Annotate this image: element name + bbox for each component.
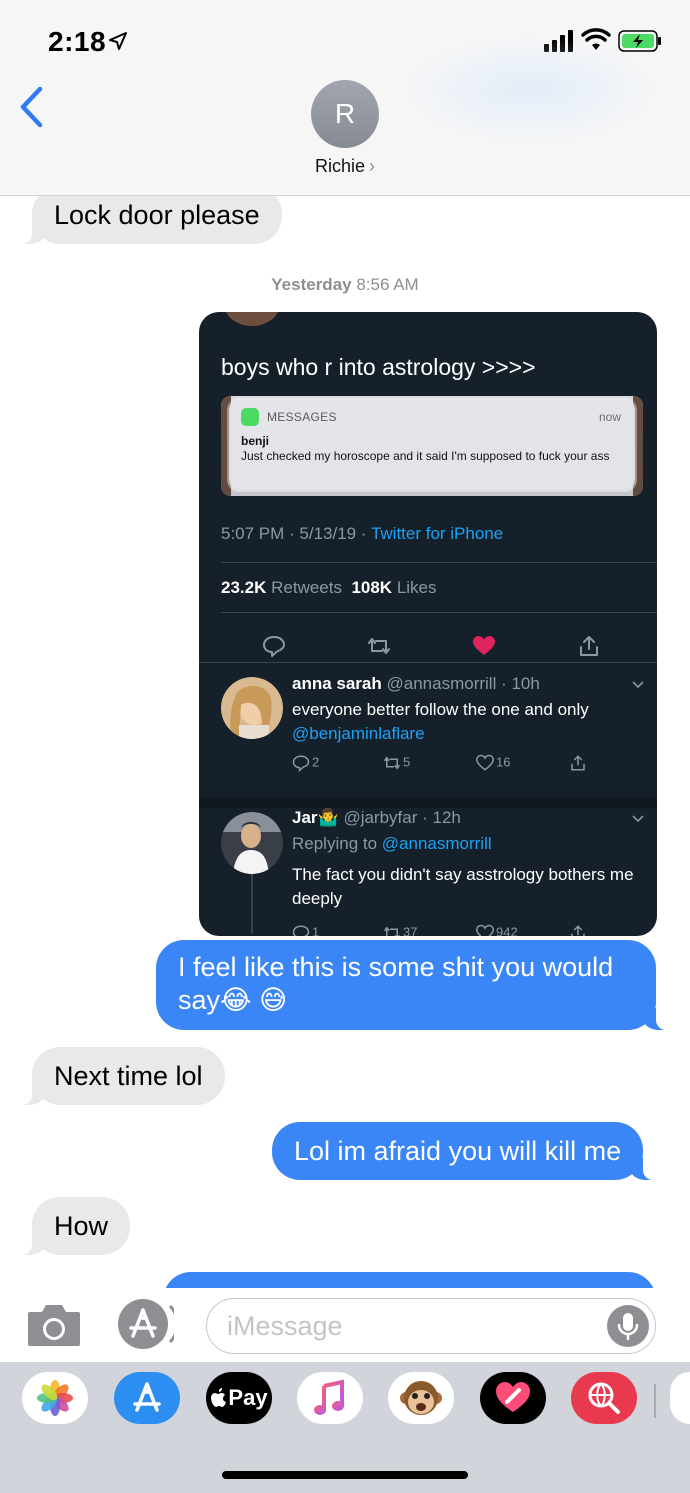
app-drawer: Pay <box>0 1362 690 1493</box>
divider <box>221 562 657 563</box>
imessage-field-container <box>206 1298 656 1354</box>
notification-sender: benji <box>241 434 270 448</box>
animoji-monkey-icon[interactable] <box>388 1372 454 1424</box>
retweet-count: 37 <box>383 924 417 936</box>
message-sent[interactable]: Lol im afraid you will kill me <box>272 1122 658 1180</box>
contact-avatar[interactable]: R <box>311 80 379 148</box>
message-text: Next time lol <box>54 1061 203 1091</box>
reply-author: Jar🤷‍♂️ @jarbyfar · 12h <box>292 808 461 828</box>
microphone-icon <box>617 1313 639 1341</box>
reply-handle: @jarbyfar · 12h <box>343 808 461 827</box>
message-timestamp: Yesterday 8:56 AM <box>0 275 690 295</box>
divider <box>199 662 657 663</box>
message-text: I feel like this is some shit you would … <box>178 952 614 1015</box>
contact-name-button[interactable]: Richie › <box>0 156 690 177</box>
tweet-text: boys who r into astrology >>>> <box>221 354 536 380</box>
chevron-down-icon <box>632 815 644 823</box>
tweet-stats: 23.2K Retweets 108K Likes <box>221 578 437 598</box>
retweet-count: 5 <box>383 754 410 772</box>
reply-name: Jar🤷‍♂️ <box>292 808 339 827</box>
share-icon <box>571 925 585 936</box>
tweet-source: Twitter for iPhone <box>370 524 504 543</box>
reply-count: 1 <box>292 924 319 936</box>
likes-count: 108K <box>351 578 393 597</box>
message-text: Lock door please <box>54 200 260 230</box>
tweet-meta: 5:07 PM · 5/13/19 · Twitter for iPhone <box>221 524 503 544</box>
tweet-author-avatar-partial <box>225 312 279 326</box>
web-search-icon[interactable] <box>571 1372 637 1424</box>
share-icon <box>571 755 585 771</box>
reply-author: anna sarah @annasmorrill · 10h <box>292 674 540 694</box>
replying-label: Replying to <box>292 834 382 853</box>
tweet-screenshot-image[interactable]: boys who r into astrology >>>> MESSAGES … <box>199 312 657 936</box>
message-sent[interactable]: I feel like this is some shit you would … <box>156 940 670 1030</box>
reply-icon <box>263 636 285 657</box>
messages-app-icon <box>241 408 259 426</box>
reply-avatar <box>221 677 283 739</box>
apple-pay-icon[interactable]: Pay <box>206 1372 272 1424</box>
digital-touch-icon[interactable] <box>480 1372 546 1424</box>
apple-logo-icon <box>211 1388 227 1407</box>
share-icon <box>580 636 598 656</box>
notification-app-name: MESSAGES <box>267 410 337 424</box>
app-store-button-icon[interactable] <box>116 1298 174 1350</box>
retweets-label: Retweets <box>271 578 342 597</box>
timestamp-time: 8:56 AM <box>356 275 419 294</box>
wifi-icon <box>581 28 611 50</box>
replying-mention: @annasmorrill <box>381 834 492 853</box>
reply-text: The fact you didn't say asstrology bothe… <box>292 865 634 908</box>
photos-app-icon[interactable] <box>22 1372 88 1424</box>
contact-name: Richie <box>314 156 366 176</box>
microphone-button[interactable] <box>607 1305 649 1347</box>
contact-chevron-icon: › <box>369 156 376 176</box>
reply-avatar <box>221 812 283 874</box>
notification-body: Just checked my horoscope and it said I'… <box>241 449 610 463</box>
like-count: 942 <box>475 924 518 936</box>
tweet-actions <box>199 622 657 662</box>
thread-line <box>251 874 253 934</box>
home-indicator[interactable] <box>222 1471 468 1479</box>
like-heart-icon <box>473 636 495 655</box>
chevron-down-icon <box>632 681 644 689</box>
location-arrow-icon <box>109 32 127 50</box>
conversation-header: 2:18 R Richie › <box>0 0 690 196</box>
battery-charging-icon <box>618 30 661 52</box>
reply-handle: @annasmorrill · 10h <box>386 674 540 693</box>
apple-pay-label: Pay <box>228 1385 268 1410</box>
tweet-reply: anna sarah @annasmorrill · 10h everyone … <box>199 672 657 798</box>
message-received[interactable]: Next time lol <box>18 1047 225 1105</box>
message-received[interactable]: How <box>17 1197 131 1255</box>
message-text: How <box>54 1211 109 1241</box>
reply-count: 2 <box>292 754 319 773</box>
divider <box>221 612 657 613</box>
notification-banner: MESSAGES now benji Just checked my horos… <box>229 400 635 490</box>
drawer-divider <box>654 1384 656 1418</box>
app-store-icon[interactable] <box>114 1372 180 1424</box>
imessage-input[interactable] <box>227 1299 607 1353</box>
tweet-reply: Jar🤷‍♂️ @jarbyfar · 12h Replying to @ann… <box>199 808 657 936</box>
cellular-signal-icon <box>544 30 573 52</box>
reply-body: everyone better follow the one and only <box>292 700 589 719</box>
reply-name: anna sarah <box>292 674 382 693</box>
reply-separator <box>199 798 657 808</box>
music-app-icon[interactable] <box>297 1372 363 1424</box>
more-apps-icon[interactable] <box>670 1372 690 1424</box>
camera-icon[interactable] <box>26 1302 82 1348</box>
back-chevron-icon[interactable] <box>18 86 46 128</box>
timestamp-day: Yesterday <box>271 275 352 294</box>
tweet-time: 5:07 PM · 5/13/19 · <box>221 524 371 543</box>
retweets-count: 23.2K <box>221 578 267 597</box>
like-count: 16 <box>475 754 510 772</box>
notification-time: now <box>598 410 621 424</box>
notification-screenshot: MESSAGES now benji Just checked my horos… <box>221 396 643 496</box>
replying-to: Replying to @annasmorrill <box>292 834 492 854</box>
retweet-icon <box>368 638 390 654</box>
reply-mention: @benjaminlaflare <box>292 724 425 743</box>
compose-bar <box>0 1288 690 1362</box>
status-time: 2:18 <box>48 26 107 57</box>
message-text: Lol im afraid you will kill me <box>294 1136 622 1166</box>
likes-label: Likes <box>396 578 437 597</box>
reply-text: everyone better follow the one and only … <box>292 698 642 746</box>
